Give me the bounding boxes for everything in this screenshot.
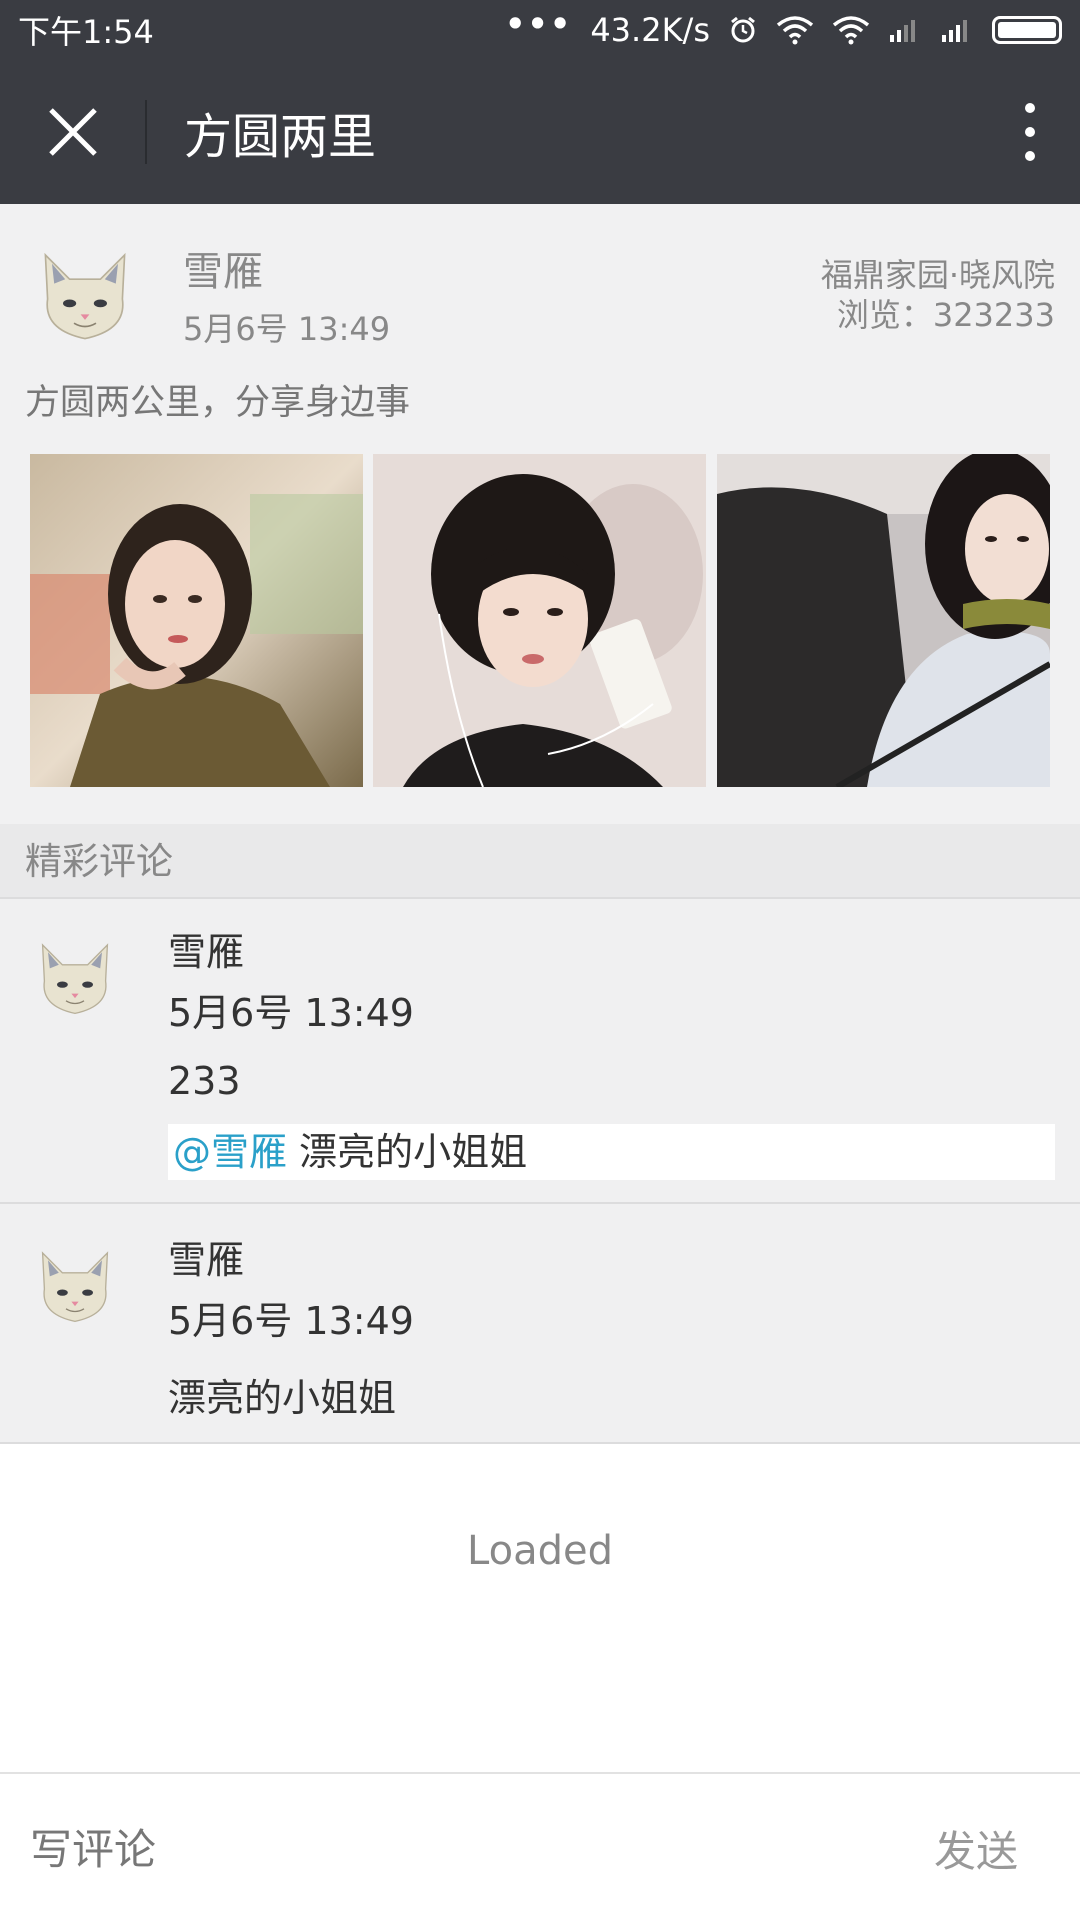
post-photo[interactable] [717,454,1050,787]
comment-reply[interactable]: @雪雁 漂亮的小姐姐 [168,1124,1055,1180]
post-photo[interactable] [30,454,363,787]
signal-icon [888,17,922,43]
status-icons: ••• 43.2K/s [505,5,1062,49]
comments-section-title: 精彩评论 [0,824,1080,899]
reply-mention[interactable]: @雪雁 [173,1130,287,1174]
title-bar: 方圆两里 [0,60,1080,204]
comment-time: 5月6号 13:49 [168,1299,414,1343]
network-speed: 43.2K/s [590,11,710,49]
post-author[interactable]: 雪雁 [183,239,263,297]
reply-text: 漂亮的小姐姐 [287,1130,528,1174]
avatar[interactable] [30,936,120,1026]
comment-text: 233 [168,1059,241,1103]
post-view-count: 浏览：323233 [836,296,1055,334]
alarm-icon [728,15,758,45]
status-bar: 下午1:54 ••• 43.2K/s [0,0,1080,60]
send-button[interactable]: 发送 [934,1818,1018,1879]
comment-text: 漂亮的小姐姐 [168,1376,397,1420]
comment-time: 5月6号 13:49 [168,991,414,1035]
comment-input[interactable] [30,1814,830,1884]
notification-dots: ••• [504,5,573,43]
comment-author[interactable]: 雪雁 [168,921,244,976]
post-card: 雪雁 5月6号 13:49 福鼎家园·晓风院 浏览：323233 方圆两公里，分… [0,204,1080,824]
load-status: Loaded [467,1528,613,1574]
page-title: 方圆两里 [184,109,377,165]
comment-bar: 发送 [0,1772,1080,1920]
title-divider [145,100,147,164]
post-text: 方圆两公里，分享身边事 [25,383,411,423]
post-time: 5月6号 13:49 [183,310,391,348]
battery-icon [992,16,1062,44]
more-vertical-icon [1025,103,1035,161]
comment-item: 雪雁 5月6号 13:49 233 @雪雁 漂亮的小姐姐 [0,899,1080,1204]
wifi-icon [776,15,814,45]
more-button[interactable] [980,60,1080,204]
avatar[interactable] [30,244,140,354]
close-button[interactable] [0,60,145,204]
avatar[interactable] [30,1244,120,1334]
post-photo[interactable] [373,454,706,787]
wifi-hotspot-icon [832,15,870,45]
signal-icon [940,17,974,43]
comment-item: 雪雁 5月6号 13:49 漂亮的小姐姐 [0,1204,1080,1444]
close-icon [48,108,97,156]
comment-author[interactable]: 雪雁 [168,1229,244,1284]
status-time: 下午1:54 [18,13,154,51]
